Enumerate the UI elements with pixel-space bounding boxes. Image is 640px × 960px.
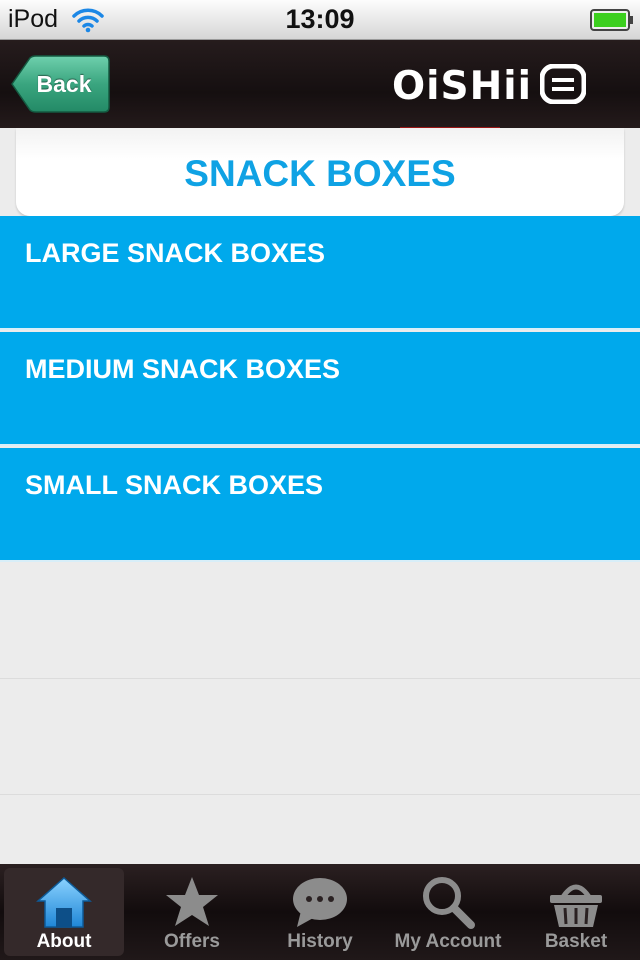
list-item-label: LARGE SNACK BOXES (25, 238, 326, 268)
list-item-small-snack-boxes[interactable]: SMALL SNACK BOXES (0, 448, 640, 562)
search-icon (419, 874, 477, 930)
list-item-label: MEDIUM SNACK BOXES (25, 354, 341, 384)
empty-row-divider (0, 794, 640, 795)
tab-history[interactable]: History (260, 868, 380, 956)
tab-offers[interactable]: Offers (132, 868, 252, 956)
status-bar: iPod 13:09 (0, 0, 640, 40)
back-button[interactable]: Back (10, 55, 110, 113)
chat-bubble-icon (291, 874, 349, 930)
battery-icon (590, 9, 634, 36)
nav-bar: Back OiSHii (0, 40, 640, 128)
list-item-medium-snack-boxes[interactable]: MEDIUM SNACK BOXES (0, 332, 640, 446)
tab-label: My Account (394, 931, 502, 952)
tab-about[interactable]: About (4, 868, 124, 956)
logo-text: OiSHii (392, 63, 532, 109)
status-time: 13:09 (285, 4, 355, 34)
tab-label: About (36, 931, 92, 952)
oishii-logo: OiSHii (392, 63, 612, 109)
tab-basket[interactable]: Basket (516, 868, 636, 956)
tab-label: Basket (544, 931, 608, 952)
title-card: SNACK BOXES (16, 128, 624, 216)
list-item-label: SMALL SNACK BOXES (25, 470, 324, 500)
tab-bar: About Offers History My Account Basket (0, 864, 640, 960)
tab-my-account[interactable]: My Account (388, 868, 508, 956)
tab-label: History (287, 931, 353, 952)
basket-icon (547, 874, 605, 930)
home-icon (35, 874, 93, 930)
star-icon (163, 874, 221, 930)
page-title: SNACK BOXES (184, 152, 456, 194)
list-item-large-snack-boxes[interactable]: LARGE SNACK BOXES (0, 216, 640, 330)
empty-row-divider (0, 678, 640, 679)
tab-label: Offers (164, 931, 220, 952)
back-button-label: Back (36, 70, 92, 97)
bento-box-icon (539, 63, 587, 109)
